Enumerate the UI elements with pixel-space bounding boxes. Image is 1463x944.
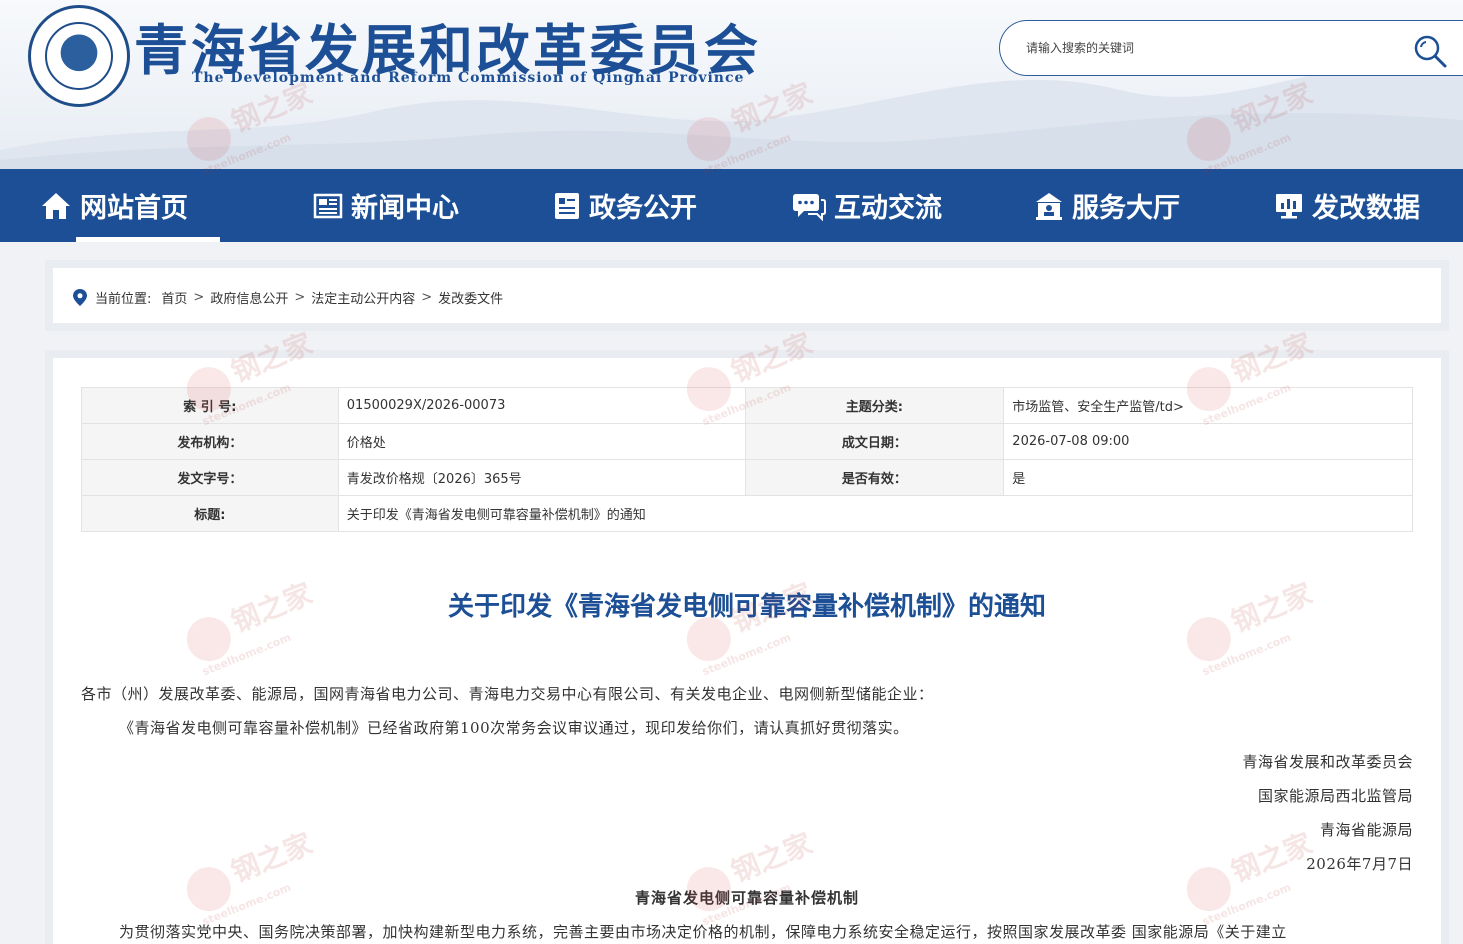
meta-value: 2026-07-08 09:00 xyxy=(1003,423,1413,460)
nav-item-home[interactable]: 网站首页 xyxy=(40,169,220,242)
nav-item-interaction[interactable]: 互动交流 xyxy=(792,169,942,242)
location-pin-icon xyxy=(73,289,87,306)
breadcrumb-gov-info[interactable]: 政府信息公开 xyxy=(210,288,288,307)
search-icon[interactable] xyxy=(1412,33,1448,69)
breadcrumb-statutory[interactable]: 法定主动公开内容 xyxy=(311,288,415,307)
nav-item-label: 互动交流 xyxy=(834,193,942,224)
meta-label: 索 引 号: xyxy=(81,387,339,424)
document-addressee: 各市（州）发展改革委、能源局，国网青海省电力公司、青海电力交易中心有限公司、有关… xyxy=(81,685,934,703)
section-title: 青海省发电侧可靠容量补偿机制 xyxy=(634,889,859,907)
signer-3: 青海省能源局 xyxy=(1319,821,1413,839)
meta-value: 市场监管、安全生产监管/td> xyxy=(1003,387,1413,424)
nav-item-label: 政务公开 xyxy=(589,193,697,224)
site-subtitle: The Development and Reform Commission of… xyxy=(192,70,745,86)
site-header: 青海省发展和改革委员会 The Development and Reform C… xyxy=(0,0,1463,169)
section-paragraph: 为贯彻落实党中央、国务院决策部署，加快构建新型电力系统，完善主要由市场决定价格的… xyxy=(119,923,1287,941)
sign-date: 2026年7月7日 xyxy=(1306,855,1413,873)
nav-item-service-hall[interactable]: 服务大厅 xyxy=(1034,169,1180,242)
meta-label: 标题: xyxy=(81,495,339,532)
table-row: 发布机构： 价格处 成文日期： 2026-07-08 09:00 xyxy=(81,423,1413,460)
nav-item-label: 服务大厅 xyxy=(1072,193,1180,224)
signer-1: 青海省发展和改革委员会 xyxy=(1242,753,1413,771)
document-title: 关于印发《青海省发电侧可靠容量补偿机制》的通知 xyxy=(447,592,1046,622)
chat-icon xyxy=(793,193,826,221)
meta-label: 成文日期： xyxy=(744,423,1005,460)
meta-label: 发布机构： xyxy=(81,423,339,460)
home-icon xyxy=(42,192,70,219)
breadcrumb-separator: > xyxy=(294,290,306,305)
search-input[interactable] xyxy=(1026,35,1386,61)
meta-value: 关于印发《青海省发电侧可靠容量补偿机制》的通知 xyxy=(337,495,1414,532)
logo-emblem[interactable] xyxy=(28,5,130,107)
nav-item-gov-affairs[interactable]: 政务公开 xyxy=(553,169,697,242)
content-panel: 索 引 号: 01500029X/2026-00073 主题分类: 市场监管、安… xyxy=(45,350,1449,944)
nav-item-label: 新闻中心 xyxy=(351,193,459,224)
breadcrumb-separator: > xyxy=(193,290,205,305)
meta-value: 价格处 xyxy=(337,423,746,460)
search-box xyxy=(999,20,1463,76)
breadcrumb-docs[interactable]: 发改委文件 xyxy=(438,288,503,307)
breadcrumb-prefix: 当前位置: xyxy=(95,292,152,307)
meta-value: 青发改价格规〔2026〕365号 xyxy=(337,459,746,496)
meta-value: 01500029X/2026-00073 xyxy=(337,387,746,424)
data-icon xyxy=(1276,193,1302,218)
meta-value: 是 xyxy=(1003,459,1413,496)
table-row: 索 引 号: 01500029X/2026-00073 主题分类: 市场监管、安… xyxy=(81,387,1413,424)
table-row: 标题: 关于印发《青海省发电侧可靠容量补偿机制》的通知 xyxy=(81,495,1414,532)
document-meta-table: 索 引 号: 01500029X/2026-00073 主题分类: 市场监管、安… xyxy=(81,387,1414,532)
table-row: 发文字号： 青发改价格规〔2026〕365号 是否有效： 是 xyxy=(81,459,1413,496)
main-nav: 网站首页 新闻中心 政务公开 互动交流 服务大厅 发改数据 xyxy=(0,169,1463,242)
meta-label: 是否有效： xyxy=(744,459,1005,496)
service-icon xyxy=(1036,192,1062,220)
document-icon xyxy=(555,192,579,219)
meta-label: 主题分类: xyxy=(744,387,1005,424)
news-icon xyxy=(313,193,343,218)
signer-2: 国家能源局西北监管局 xyxy=(1257,787,1413,805)
nav-item-label: 发改数据 xyxy=(1312,193,1420,224)
nav-item-news[interactable]: 新闻中心 xyxy=(313,169,459,242)
logo-map-icon xyxy=(45,22,113,90)
meta-label: 发文字号： xyxy=(81,459,339,496)
nav-item-data[interactable]: 发改数据 xyxy=(1274,169,1420,242)
breadcrumb-separator: > xyxy=(421,290,433,305)
document-body: 《青海省发电侧可靠容量补偿机制》已经省政府第100次常务会议审议通过，现印发给你… xyxy=(119,719,909,737)
breadcrumb: 当前位置: 首页 > 政府信息公开 > 法定主动公开内容 > 发改委文件 xyxy=(73,288,503,307)
nav-item-label: 网站首页 xyxy=(80,193,188,224)
breadcrumb-panel: 当前位置: 首页 > 政府信息公开 > 法定主动公开内容 > 发改委文件 xyxy=(45,260,1449,331)
breadcrumb-home[interactable]: 首页 xyxy=(161,288,187,307)
